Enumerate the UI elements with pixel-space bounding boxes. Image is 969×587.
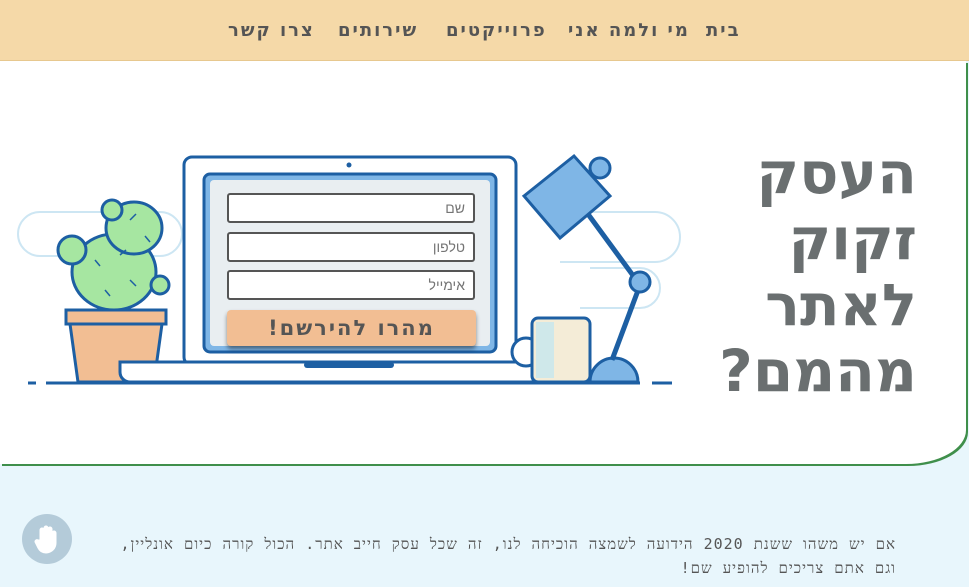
accessibility-button[interactable]: [22, 514, 72, 564]
email-field[interactable]: [227, 270, 475, 300]
hero-title-line: זקוק: [788, 205, 917, 273]
cactus-icon: [56, 198, 171, 384]
hero-title-line: מהמם?: [719, 337, 917, 405]
hand-icon: [34, 525, 57, 554]
hero-title: העסק זקוק לאתר מהמם?: [717, 140, 917, 404]
name-field[interactable]: [227, 193, 475, 223]
hero-title-line: העסק: [756, 139, 917, 207]
register-button[interactable]: מהרו להירשם!: [227, 310, 476, 346]
intro-paragraph: אם יש משהו ששנת 2020 הידועה לשמצה הוכיחה…: [120, 535, 896, 577]
phone-field[interactable]: [227, 232, 475, 262]
hero-title-line: לאתר: [765, 271, 917, 339]
